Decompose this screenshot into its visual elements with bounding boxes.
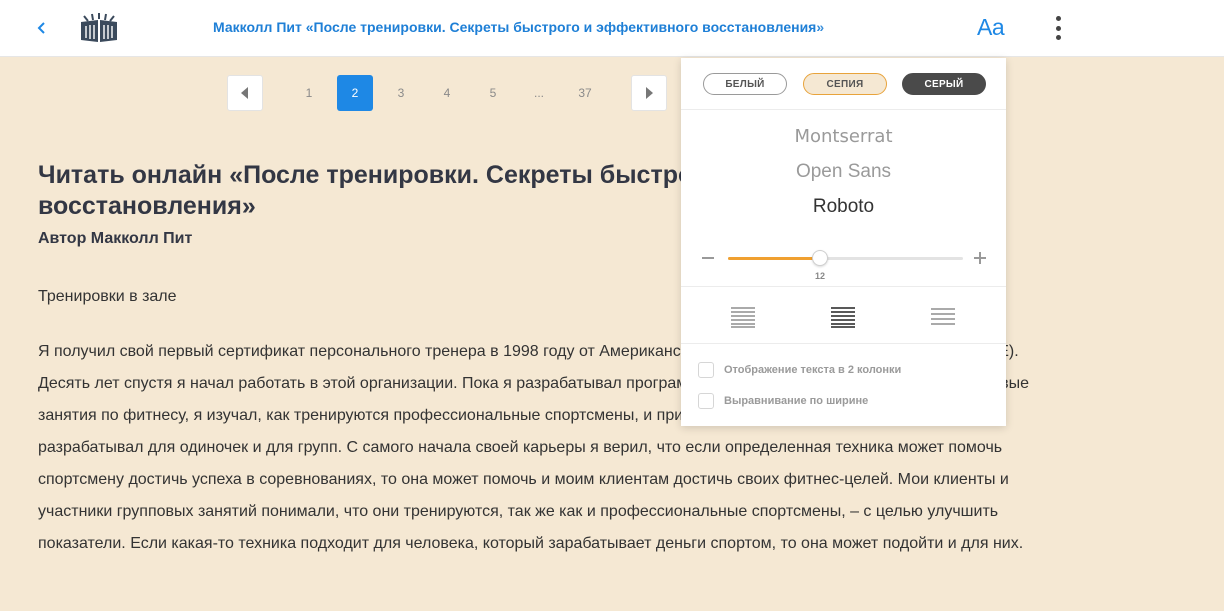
theme-selector: БЕЛЫЙ СЕПИЯ СЕРЫЙ xyxy=(681,58,1006,110)
theme-sepia-button[interactable]: СЕПИЯ xyxy=(803,73,887,95)
page-2-current[interactable]: 2 xyxy=(337,75,373,111)
font-settings-button[interactable]: Aa xyxy=(977,14,1005,41)
page-37[interactable]: 37 xyxy=(567,75,603,111)
page-3[interactable]: 3 xyxy=(383,75,419,111)
theme-white-button[interactable]: БЕЛЫЙ xyxy=(703,73,787,95)
back-button[interactable] xyxy=(32,17,52,39)
caret-left-icon xyxy=(241,87,248,99)
justify-text-option[interactable]: Выравнивание по ширине xyxy=(698,392,868,410)
two-columns-option[interactable]: Отображение текста в 2 колонки xyxy=(698,361,901,379)
reader-settings-panel: БЕЛЫЙ СЕПИЯ СЕРЫЙ Montserrat Open Sans R… xyxy=(681,58,1006,426)
page-ellipsis: ... xyxy=(533,86,544,100)
minus-icon xyxy=(702,257,714,259)
justify-text-label: Выравнивание по ширине xyxy=(724,395,869,407)
top-bar: Макколл Пит «После тренировки. Секреты б… xyxy=(0,0,1224,57)
page-1[interactable]: 1 xyxy=(291,75,327,111)
page-4[interactable]: 4 xyxy=(429,75,465,111)
alignment-selector xyxy=(681,286,1006,344)
align-justify-icon[interactable] xyxy=(730,303,756,329)
font-size-value: 12 xyxy=(814,271,825,281)
page-5[interactable]: 5 xyxy=(475,75,511,111)
align-left-icon[interactable] xyxy=(930,303,956,329)
font-size-decrease-button[interactable] xyxy=(701,248,715,268)
next-page-button[interactable] xyxy=(631,75,667,111)
font-option-roboto[interactable]: Roboto xyxy=(681,196,1006,218)
book-title[interactable]: Макколл Пит «После тренировки. Секреты б… xyxy=(213,19,881,39)
align-justify-bold-icon[interactable] xyxy=(830,303,856,329)
theme-gray-button[interactable]: СЕРЫЙ xyxy=(902,73,986,95)
font-size-increase-button[interactable] xyxy=(973,248,987,268)
chevron-left-icon xyxy=(37,22,45,34)
books-logo-icon[interactable] xyxy=(78,12,120,44)
more-vertical-icon[interactable] xyxy=(1049,14,1067,42)
font-size-slider-thumb[interactable] xyxy=(812,250,828,266)
font-option-montserrat[interactable]: Montserrat xyxy=(681,126,1006,147)
two-columns-label: Отображение текста в 2 колонки xyxy=(724,364,902,376)
font-size-slider[interactable] xyxy=(728,250,963,266)
two-columns-checkbox[interactable] xyxy=(698,362,714,378)
justify-text-checkbox[interactable] xyxy=(698,393,714,409)
font-option-open-sans[interactable]: Open Sans xyxy=(681,161,1006,183)
prev-page-button[interactable] xyxy=(227,75,263,111)
plus-icon xyxy=(974,252,986,264)
caret-right-icon xyxy=(646,87,653,99)
font-size-slider-fill xyxy=(728,257,820,260)
